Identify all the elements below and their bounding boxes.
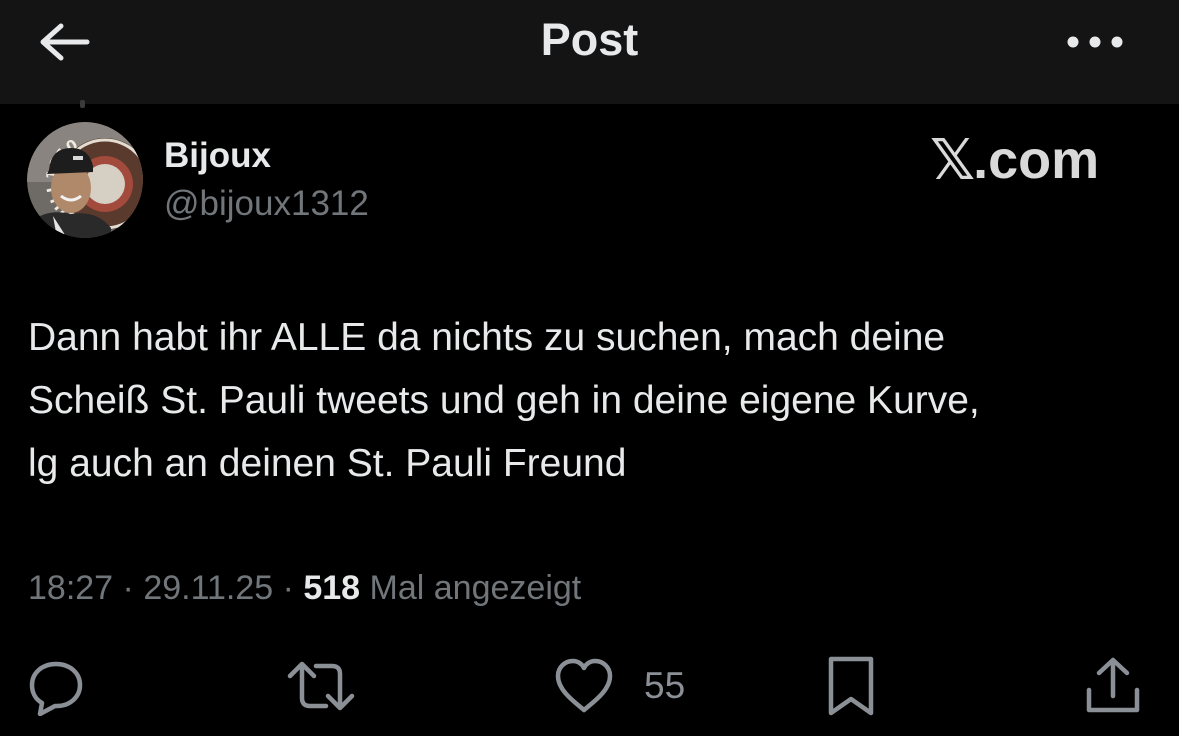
x-com-watermark: 𝕏 .com [930, 128, 1130, 191]
share-icon [1084, 656, 1142, 716]
top-app-bar: Post [0, 0, 1179, 104]
x-logo-icon: 𝕏 [930, 128, 975, 191]
tweet-text: Dann habt ihr ALLE da nichts zu suchen, … [28, 316, 980, 485]
author-display-name[interactable]: Bijoux [164, 136, 271, 176]
tweet-date[interactable]: 29.11.25 [143, 569, 273, 607]
like-button[interactable]: 55 [554, 650, 685, 722]
repost-icon [286, 656, 356, 716]
tweet-meta: 18:27 · 29.11.25 · 518 Mal angezeigt [28, 566, 581, 610]
tweet-time[interactable]: 18:27 [28, 569, 113, 607]
like-count: 55 [644, 665, 686, 706]
reply-icon [26, 656, 86, 716]
back-button[interactable] [28, 14, 98, 70]
bookmark-button[interactable] [826, 650, 876, 722]
avatar[interactable]: PAULI 1910 [27, 122, 143, 238]
repost-button[interactable] [286, 650, 356, 722]
watermark-domain: .com [973, 130, 1100, 190]
tweet-action-bar: 55 [0, 650, 1179, 722]
author-handle[interactable]: @bijoux1312 [164, 184, 369, 224]
views-label[interactable]: Mal angezeigt [360, 569, 582, 607]
more-options-button[interactable] [1060, 14, 1130, 70]
bookmark-icon [826, 655, 876, 717]
meta-separator: · [273, 569, 304, 607]
thread-connector-line [80, 100, 85, 108]
heart-icon [554, 658, 614, 714]
more-horizontal-icon [1066, 35, 1124, 49]
reply-button[interactable] [26, 650, 86, 722]
share-button[interactable] [1084, 650, 1142, 722]
arrow-left-icon [35, 22, 91, 62]
page-title: Post [540, 14, 639, 65]
meta-separator: · [113, 569, 144, 607]
post-detail-screen: Post 1 0 Bijoux @bijoux1312 𝕏 .com Dann … [0, 0, 1179, 736]
views-count[interactable]: 518 [303, 569, 360, 607]
